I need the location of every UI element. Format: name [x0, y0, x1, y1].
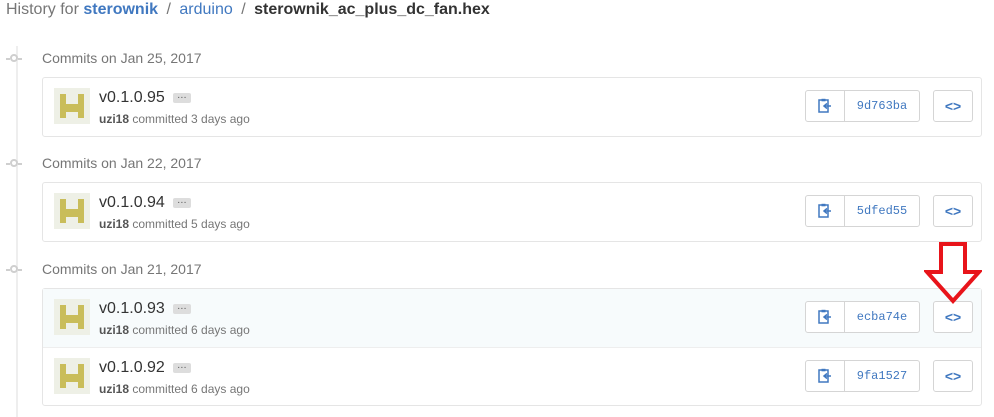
commit-dot-icon: [6, 54, 22, 62]
avatar[interactable]: [54, 193, 90, 229]
commit-group-title: Commits on Jan 21, 2017: [42, 261, 202, 277]
clippy-icon: [818, 309, 831, 324]
breadcrumb-prefix: History for: [6, 1, 79, 18]
commit-dot-icon: [6, 265, 22, 273]
commit-group-title: Commits on Jan 25, 2017: [42, 50, 202, 66]
avatar[interactable]: [54, 299, 90, 335]
clippy-icon: [818, 368, 831, 383]
clippy-icon: [818, 203, 831, 218]
commit-time: committed 5 days ago: [132, 217, 250, 231]
down-arrow-icon: [924, 242, 982, 304]
sha-button-group: 9fa1527: [805, 360, 920, 392]
commit-message-row: v0.1.0.94 …: [99, 193, 191, 213]
commit-sha-link[interactable]: 5dfed55: [845, 196, 919, 226]
copy-sha-button[interactable]: [806, 361, 845, 391]
commit-author-link[interactable]: uzi18: [99, 217, 129, 231]
commit-row: v0.1.0.92 … uzi18 committed 6 days ago 9f…: [43, 347, 981, 405]
commit-time: committed 6 days ago: [132, 382, 250, 396]
commit-row: v0.1.0.93 … uzi18 committed 6 days ago ec…: [43, 289, 981, 347]
commit-list: v0.1.0.94 … uzi18 committed 5 days ago 5d…: [42, 182, 982, 242]
breadcrumb-separator: /: [241, 1, 246, 18]
commit-dot-icon: [6, 159, 22, 167]
commit-list: v0.1.0.95 … uzi18 committed 3 days ago 9d…: [42, 77, 982, 137]
commit-meta: uzi18 committed 3 days ago: [99, 112, 250, 126]
commit-group-header: Commits on Jan 22, 2017: [0, 153, 994, 177]
copy-sha-button[interactable]: [806, 91, 845, 121]
avatar[interactable]: [54, 358, 90, 394]
commit-author-link[interactable]: uzi18: [99, 112, 129, 126]
code-icon: <>: [944, 203, 962, 219]
sha-button-group: 9d763ba: [805, 90, 920, 122]
commit-row: v0.1.0.94 … uzi18 committed 5 days ago 5d…: [43, 183, 981, 241]
commit-meta: uzi18 committed 6 days ago: [99, 382, 250, 396]
commit-time: committed 3 days ago: [132, 112, 250, 126]
browse-repo-button[interactable]: <>: [933, 195, 973, 227]
commit-message-link[interactable]: v0.1.0.93: [99, 300, 165, 317]
repo-link[interactable]: sterownik: [83, 1, 158, 18]
copy-sha-button[interactable]: [806, 302, 845, 332]
commit-author-link[interactable]: uzi18: [99, 382, 129, 396]
commit-sha-link[interactable]: 9fa1527: [845, 361, 919, 391]
commit-time: committed 6 days ago: [132, 323, 250, 337]
commit-message-row: v0.1.0.93 …: [99, 299, 191, 319]
breadcrumb-separator: /: [166, 1, 171, 18]
browse-repo-button[interactable]: <>: [933, 90, 973, 122]
commit-list: v0.1.0.93 … uzi18 committed 6 days ago ec…: [42, 288, 982, 406]
code-icon: <>: [944, 98, 962, 114]
timeline-line: [16, 46, 18, 417]
commit-message-row: v0.1.0.92 …: [99, 358, 191, 378]
commit-message-link[interactable]: v0.1.0.95: [99, 89, 165, 106]
expand-message-button[interactable]: …: [172, 90, 191, 103]
commit-message-link[interactable]: v0.1.0.92: [99, 359, 165, 376]
folder-link[interactable]: arduino: [179, 1, 232, 18]
commit-group-title: Commits on Jan 22, 2017: [42, 155, 202, 171]
commit-author-link[interactable]: uzi18: [99, 323, 129, 337]
code-icon: <>: [944, 368, 962, 384]
commit-message-row: v0.1.0.95 …: [99, 88, 191, 108]
avatar[interactable]: [54, 88, 90, 124]
commit-group-header: Commits on Jan 21, 2017: [0, 259, 994, 283]
browse-repo-button[interactable]: <>: [933, 301, 973, 333]
copy-sha-button[interactable]: [806, 196, 845, 226]
commit-meta: uzi18 committed 6 days ago: [99, 323, 250, 337]
commit-message-link[interactable]: v0.1.0.94: [99, 194, 165, 211]
file-name: sterownik_ac_plus_dc_fan.hex: [254, 1, 490, 18]
breadcrumb: History for sterownik / arduino / sterow…: [6, 0, 490, 20]
commit-group-header: Commits on Jan 25, 2017: [0, 48, 994, 72]
sha-button-group: ecba74e: [805, 301, 920, 333]
browse-repo-button[interactable]: <>: [933, 360, 973, 392]
commit-row: v0.1.0.95 … uzi18 committed 3 days ago 9d…: [43, 78, 981, 136]
commit-sha-link[interactable]: ecba74e: [845, 302, 919, 332]
commit-meta: uzi18 committed 5 days ago: [99, 217, 250, 231]
code-icon: <>: [944, 309, 962, 325]
expand-message-button[interactable]: …: [172, 195, 191, 208]
clippy-icon: [818, 98, 831, 113]
expand-message-button[interactable]: …: [172, 360, 191, 373]
sha-button-group: 5dfed55: [805, 195, 920, 227]
commit-sha-link[interactable]: 9d763ba: [845, 91, 919, 121]
expand-message-button[interactable]: …: [172, 301, 191, 314]
